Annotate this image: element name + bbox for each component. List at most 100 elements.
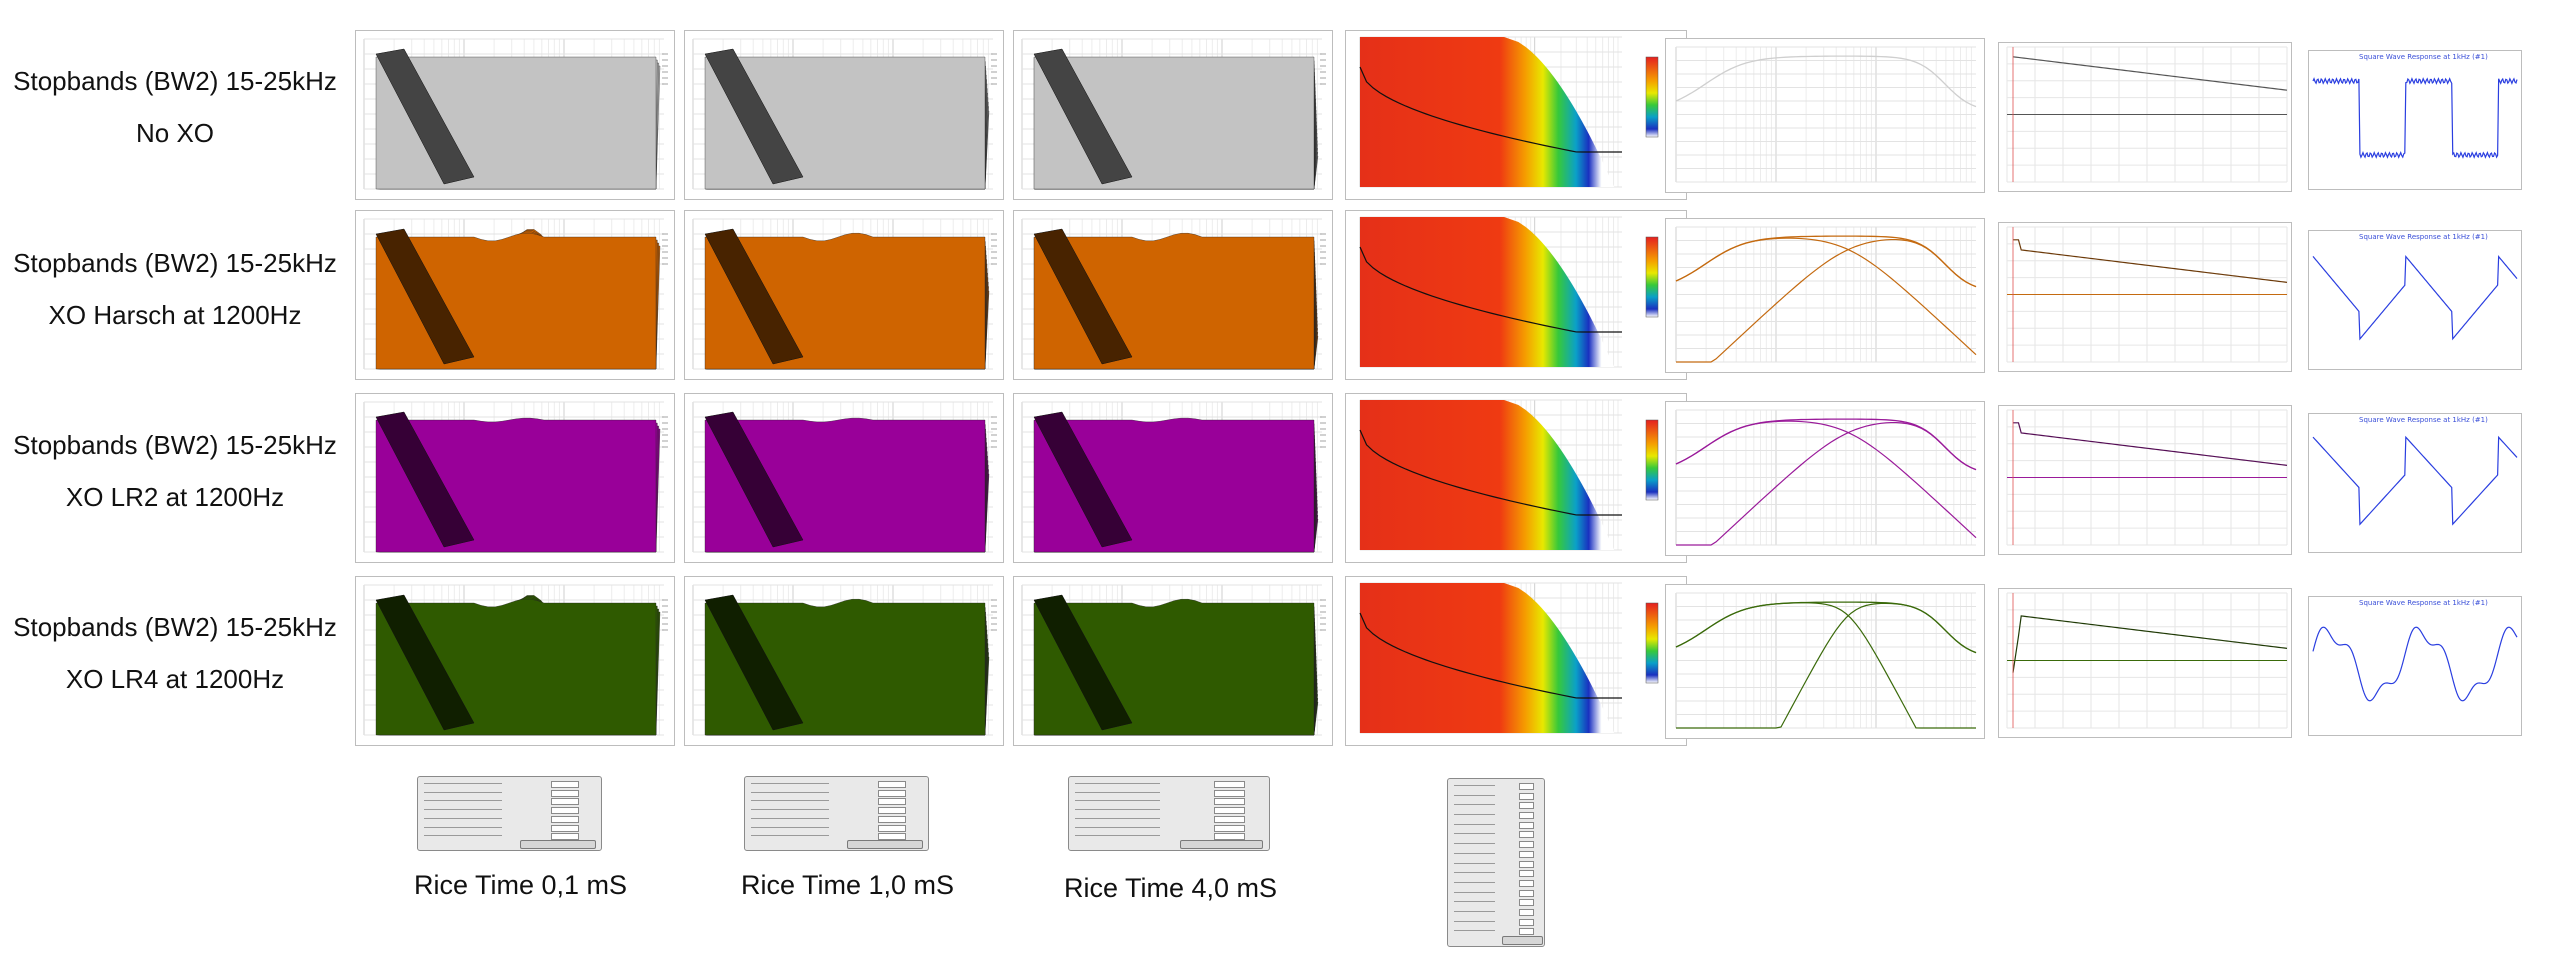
spectrogram-r3-svg (1359, 399, 1659, 551)
control-field[interactable] (1214, 815, 1245, 823)
control-field[interactable] (1518, 812, 1535, 820)
control-field[interactable] (1518, 908, 1535, 916)
control-field[interactable] (1518, 860, 1535, 868)
control-field[interactable] (1214, 807, 1245, 815)
magnitude-low (1675, 420, 1977, 539)
row-label-4: Stopbands (BW2) 15-25kHz XO LR4 at 1200H… (0, 601, 350, 705)
magnitude-r4-svg (1675, 592, 1977, 729)
control-field[interactable] (1518, 841, 1535, 849)
control-row (1075, 835, 1160, 837)
spectrogram-settings-panel[interactable] (1447, 778, 1545, 947)
control-field[interactable] (1214, 781, 1245, 788)
csd-waterfall-r3-c3 (1013, 393, 1333, 563)
control-row (751, 817, 829, 819)
magnitude-r4 (1665, 584, 1985, 739)
control-row (1075, 809, 1160, 811)
csd-waterfall-r4-c1 (355, 576, 675, 746)
square-wave-title: Square Wave Response at 1kHz (#1) (2359, 233, 2488, 241)
control-field[interactable] (878, 815, 907, 823)
control-field[interactable] (551, 781, 580, 788)
control-field[interactable] (1518, 928, 1535, 936)
control-row (1454, 794, 1496, 796)
control-field[interactable] (551, 807, 580, 815)
control-row (1075, 783, 1160, 784)
control-field[interactable] (1518, 899, 1535, 907)
csd-settings-panel-1[interactable] (417, 776, 602, 851)
control-field[interactable] (1518, 821, 1535, 829)
square-wave-title: Square Wave Response at 1kHz (#1) (2359, 599, 2488, 607)
control-row (424, 809, 502, 811)
impulse-r4 (1998, 588, 2292, 738)
square-wave-r4-svg (2312, 626, 2518, 702)
spectrogram-r2 (1345, 210, 1687, 380)
csd-waterfall-r1-c1-svg (363, 38, 668, 190)
control-row (1454, 833, 1496, 835)
control-row (424, 791, 502, 793)
control-field[interactable] (878, 798, 907, 806)
control-field[interactable] (1518, 879, 1535, 887)
control-field[interactable] (878, 824, 907, 832)
impulse-line (2012, 615, 2288, 673)
control-field[interactable] (878, 789, 907, 797)
csd-waterfall-r4-c2-svg (692, 584, 997, 736)
apply-default-settings-button[interactable] (1180, 840, 1263, 849)
control-row (424, 783, 502, 784)
row-label-line2: No XO (135, 118, 215, 148)
control-field[interactable] (1518, 850, 1535, 858)
control-field[interactable] (1518, 889, 1535, 897)
magnitude-low (1675, 237, 1977, 356)
csd-waterfall-r1-c3-svg (1021, 38, 1326, 190)
control-field[interactable] (878, 781, 907, 788)
control-field[interactable] (551, 824, 580, 832)
spectrogram-r4 (1345, 576, 1687, 746)
impulse-r2-svg (2006, 226, 2288, 363)
csd-waterfall-r2-c3 (1013, 210, 1333, 380)
control-field[interactable] (1214, 824, 1245, 832)
control-row (1454, 901, 1496, 903)
magnitude-high (1676, 421, 1977, 546)
csd-settings-panel-3[interactable] (1068, 776, 1270, 851)
control-row (751, 800, 829, 802)
apply-default-settings-button[interactable] (1501, 936, 1544, 945)
impulse-r1 (1998, 42, 2292, 192)
control-row (1075, 791, 1160, 793)
control-field[interactable] (1518, 870, 1535, 878)
square-wave-r1-svg (2312, 77, 2518, 159)
csd-waterfall-r4-c3 (1013, 576, 1333, 746)
control-row (1454, 843, 1496, 845)
row-label-line1: Stopbands (BW2) 15-25kHz (13, 66, 337, 96)
csd-waterfall-r2-c2-svg (692, 218, 997, 370)
impulse-r3 (1998, 405, 2292, 555)
grid (1675, 46, 1976, 183)
control-row (424, 835, 502, 837)
control-row (751, 826, 829, 828)
magnitude-high (1676, 602, 1977, 729)
control-row (1454, 804, 1496, 806)
magnitude-r1-svg (1675, 46, 1977, 183)
control-field[interactable] (1518, 918, 1535, 926)
control-field[interactable] (1518, 831, 1535, 839)
impulse-line (2012, 56, 2288, 91)
control-field[interactable] (1518, 802, 1535, 810)
square-wave-line (2312, 77, 2518, 159)
control-field[interactable] (878, 807, 907, 815)
control-row (1454, 823, 1496, 825)
control-field[interactable] (551, 815, 580, 823)
control-row (1075, 826, 1160, 828)
control-row (1075, 817, 1160, 819)
magnitude-sum (1675, 55, 1977, 108)
spectrogram-r4-svg (1359, 582, 1659, 734)
apply-default-settings-button[interactable] (846, 840, 923, 849)
control-field[interactable] (551, 789, 580, 797)
row-label-line1: Stopbands (BW2) 15-25kHz (13, 430, 337, 460)
csd-waterfall-r4-c1-svg (363, 584, 668, 736)
control-field[interactable] (1518, 792, 1535, 800)
apply-default-settings-button[interactable] (519, 840, 596, 849)
control-field[interactable] (551, 798, 580, 806)
csd-settings-panel-2[interactable] (744, 776, 929, 851)
control-field[interactable] (1214, 789, 1245, 797)
control-row (1454, 872, 1496, 874)
control-field[interactable] (1518, 783, 1535, 790)
control-field[interactable] (1214, 798, 1245, 806)
control-row (1454, 852, 1496, 854)
